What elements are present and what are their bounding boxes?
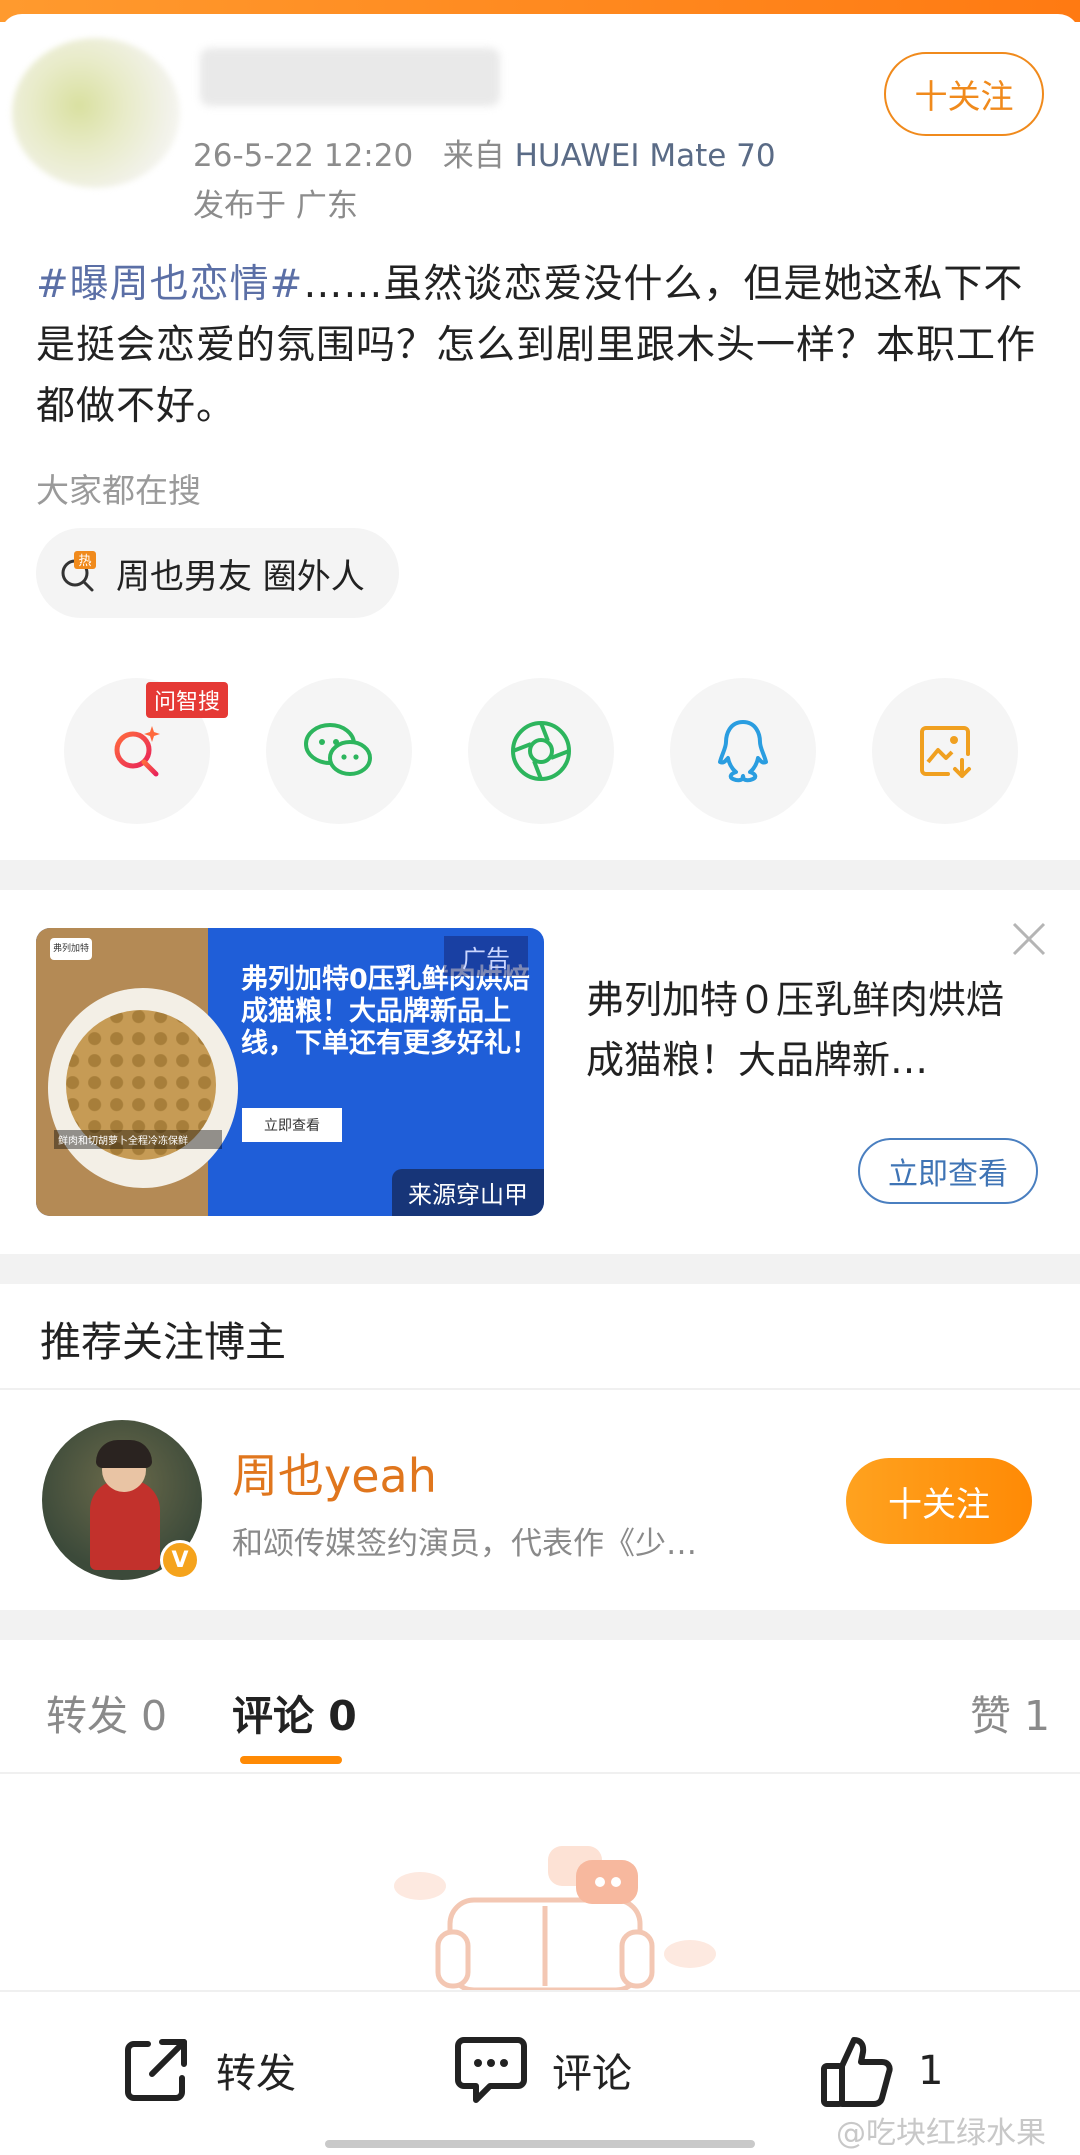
ad-image-button: 立即查看: [242, 1108, 342, 1142]
follow-author-button[interactable]: 十关注: [884, 52, 1044, 136]
section-divider: [0, 860, 1080, 890]
watermark: @吃块红绿水果: [836, 2116, 1046, 2151]
verified-badge-icon: V: [160, 1540, 200, 1580]
tab-like[interactable]: 赞 1: [970, 1682, 1050, 1742]
post-device[interactable]: HUAWEI Mate 70: [515, 138, 776, 174]
moments-share-button[interactable]: [468, 678, 614, 824]
interaction-tabs: 转发 0 评论 0 赞 1: [0, 1640, 1080, 1772]
share-arrow-icon: [125, 2039, 187, 2101]
post-source-prefix: 来自: [442, 138, 505, 174]
active-tab-indicator: [240, 1756, 342, 1764]
avatar-figure: [90, 1480, 160, 1570]
save-image-button[interactable]: [872, 678, 1018, 824]
ad-brand-logo: 弗列加特: [50, 938, 92, 960]
author-avatar[interactable]: [12, 38, 180, 188]
save-image-icon: [920, 726, 971, 778]
qq-share-button[interactable]: [670, 678, 816, 824]
wechat-icon: [304, 723, 372, 776]
follow-recommended-button[interactable]: 十关注: [846, 1458, 1032, 1544]
post-meta: 26-5-22 12:20 来自 HUAWEI Mate 70: [193, 130, 776, 175]
moments-icon: [511, 721, 571, 781]
ad-source: 来源穿山甲: [392, 1169, 544, 1216]
hot-search-icon: 热: [56, 551, 100, 595]
repost-label: 转发: [216, 2051, 296, 2097]
home-indicator[interactable]: [325, 2140, 755, 2148]
thumbs-up-icon: [821, 2037, 893, 2107]
ad-cta-button[interactable]: 立即查看: [858, 1138, 1038, 1204]
tab-repost[interactable]: 转发 0: [46, 1682, 167, 1742]
hot-search-query: 周也男友 圈外人: [116, 556, 365, 597]
avatar-hair: [96, 1440, 152, 1468]
ad-headline: 弗列加特0压乳鲜肉烘焙成猫粮！大品牌新品上线，下单还有更多好礼！: [241, 964, 538, 1059]
like-count: 1: [918, 2048, 944, 2094]
hot-badge: 热: [78, 554, 91, 569]
qq-icon: [718, 720, 768, 783]
tab-comment[interactable]: 评论 0: [232, 1682, 357, 1742]
section-divider: [0, 1610, 1080, 1640]
recommend-section-title: 推荐关注博主: [40, 1318, 286, 1366]
post-date: 26-5-22 12:20: [193, 138, 414, 174]
hashtag-link[interactable]: #曝周也恋情#: [36, 262, 303, 307]
ai-search-badge: 问智搜: [146, 682, 229, 718]
recommended-name[interactable]: 周也yeah: [232, 1440, 437, 1506]
ai-search-icon: [114, 726, 160, 777]
ad-photo-caption: 鲜肉和切胡萝卜全程冷冻保鲜: [54, 1130, 222, 1149]
comment-label: 评论: [552, 2051, 632, 2097]
post-text: #曝周也恋情#……虽然谈恋爱没什么，但是她这私下不是挺会恋爱的氛围吗？怎么到剧里…: [36, 254, 1046, 437]
close-icon[interactable]: [1008, 918, 1050, 960]
trending-search-label: 大家都在搜: [36, 471, 201, 510]
divider: [0, 1388, 1080, 1390]
hot-search-chip[interactable]: 热 周也男友 圈外人: [36, 528, 399, 618]
empty-sofa-illustration: [380, 1840, 720, 1993]
section-divider: [0, 1254, 1080, 1284]
divider: [0, 1772, 1080, 1774]
post-location: 发布于 广东: [193, 188, 358, 224]
comment-button[interactable]: 评论: [452, 2032, 632, 2108]
comment-bubble-icon: [455, 2037, 527, 2103]
ad-title[interactable]: 弗列加特０压乳鲜肉烘焙成猫粮！大品牌新…: [586, 970, 1036, 1090]
recommended-desc: 和颂传媒签约演员，代表作《少…: [232, 1526, 697, 1562]
author-name-redacted[interactable]: [200, 48, 500, 106]
like-button[interactable]: 1: [818, 2032, 943, 2110]
ad-image[interactable]: 弗列加特 鲜肉和切胡萝卜全程冷冻保鲜 弗列加特0压乳鲜肉烘焙成猫粮！大品牌新品上…: [36, 928, 544, 1216]
ad-tag: 广告: [444, 936, 528, 976]
wechat-share-button[interactable]: [266, 678, 412, 824]
repost-button[interactable]: 转发: [118, 2032, 296, 2108]
